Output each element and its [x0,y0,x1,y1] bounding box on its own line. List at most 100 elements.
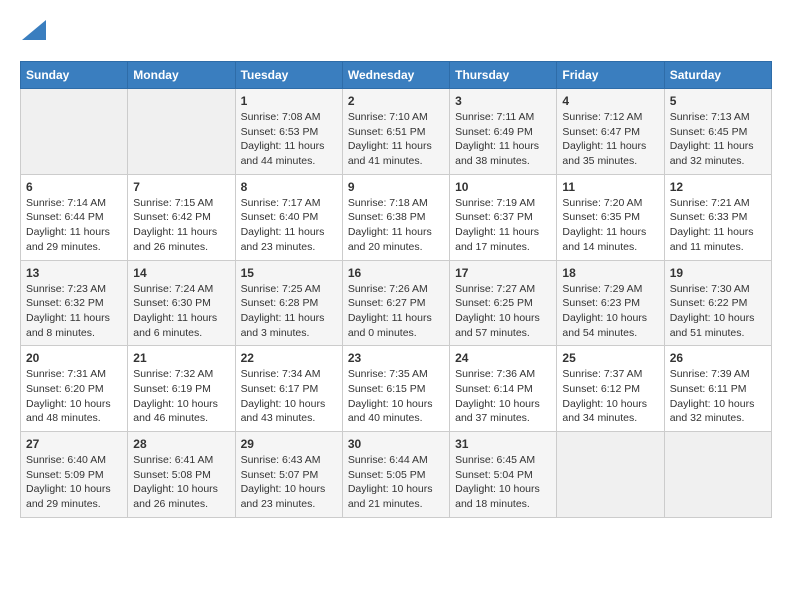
day-number: 27 [26,437,122,451]
calendar-cell: 5 Sunrise: 7:13 AM Sunset: 6:45 PM Daylig… [664,89,771,175]
calendar-cell: 8 Sunrise: 7:17 AM Sunset: 6:40 PM Daylig… [235,174,342,260]
day-info: Sunrise: 7:19 AM Sunset: 6:37 PM Dayligh… [455,196,551,255]
calendar-cell: 17 Sunrise: 7:27 AM Sunset: 6:25 PM Dayli… [450,260,557,346]
calendar-cell: 7Sunrise: 7:15 AM Sunset: 6:42 PM Daylig… [128,174,235,260]
weekday-header-wednesday: Wednesday [342,62,449,89]
day-number: 15 [241,266,337,280]
day-info: Sunrise: 7:14 AM Sunset: 6:44 PM Dayligh… [26,196,122,255]
calendar-cell [557,432,664,518]
day-info: Sunrise: 7:15 AM Sunset: 6:42 PM Dayligh… [133,196,229,255]
day-info: Sunrise: 7:37 AM Sunset: 6:12 PM Dayligh… [562,367,658,426]
calendar-cell: 26 Sunrise: 7:39 AM Sunset: 6:11 PM Dayli… [664,346,771,432]
day-info: Sunrise: 7:26 AM Sunset: 6:27 PM Dayligh… [348,282,444,341]
day-number: 25 [562,351,658,365]
day-info: Sunrise: 7:11 AM Sunset: 6:49 PM Dayligh… [455,110,551,169]
calendar-week-row: 1 Sunrise: 7:08 AM Sunset: 6:53 PM Daylig… [21,89,772,175]
day-info: Sunrise: 7:30 AM Sunset: 6:22 PM Dayligh… [670,282,766,341]
day-info: Sunrise: 7:31 AM Sunset: 6:20 PM Dayligh… [26,367,122,426]
calendar-cell: 28 Sunrise: 6:41 AM Sunset: 5:08 PM Dayli… [128,432,235,518]
day-info: Sunrise: 6:45 AM Sunset: 5:04 PM Dayligh… [455,453,551,512]
calendar-cell: 23Sunrise: 7:35 AM Sunset: 6:15 PM Dayli… [342,346,449,432]
calendar-cell: 11 Sunrise: 7:20 AM Sunset: 6:35 PM Dayli… [557,174,664,260]
day-info: Sunrise: 6:44 AM Sunset: 5:05 PM Dayligh… [348,453,444,512]
calendar-cell: 6 Sunrise: 7:14 AM Sunset: 6:44 PM Daylig… [21,174,128,260]
day-number: 4 [562,94,658,108]
day-info: Sunrise: 6:40 AM Sunset: 5:09 PM Dayligh… [26,453,122,512]
day-number: 18 [562,266,658,280]
calendar-week-row: 6 Sunrise: 7:14 AM Sunset: 6:44 PM Daylig… [21,174,772,260]
day-info: Sunrise: 7:39 AM Sunset: 6:11 PM Dayligh… [670,367,766,426]
page-header [20,20,772,45]
day-number: 11 [562,180,658,194]
calendar-cell [664,432,771,518]
day-number: 5 [670,94,766,108]
day-info: Sunrise: 7:18 AM Sunset: 6:38 PM Dayligh… [348,196,444,255]
calendar-cell: 4Sunrise: 7:12 AM Sunset: 6:47 PM Daylig… [557,89,664,175]
calendar-cell: 27 Sunrise: 6:40 AM Sunset: 5:09 PM Dayli… [21,432,128,518]
day-number: 31 [455,437,551,451]
calendar-cell: 2Sunrise: 7:10 AM Sunset: 6:51 PM Daylig… [342,89,449,175]
day-number: 8 [241,180,337,194]
calendar-cell: 14 Sunrise: 7:24 AM Sunset: 6:30 PM Dayli… [128,260,235,346]
logo-icon [22,20,46,40]
day-info: Sunrise: 7:08 AM Sunset: 6:53 PM Dayligh… [241,110,337,169]
day-info: Sunrise: 7:20 AM Sunset: 6:35 PM Dayligh… [562,196,658,255]
calendar-table: SundayMondayTuesdayWednesdayThursdayFrid… [20,61,772,518]
day-number: 22 [241,351,337,365]
day-info: Sunrise: 7:34 AM Sunset: 6:17 PM Dayligh… [241,367,337,426]
calendar-cell: 15 Sunrise: 7:25 AM Sunset: 6:28 PM Dayli… [235,260,342,346]
weekday-header-monday: Monday [128,62,235,89]
day-info: Sunrise: 7:32 AM Sunset: 6:19 PM Dayligh… [133,367,229,426]
day-number: 2 [348,94,444,108]
calendar-cell: 20Sunrise: 7:31 AM Sunset: 6:20 PM Dayli… [21,346,128,432]
day-number: 26 [670,351,766,365]
day-info: Sunrise: 7:27 AM Sunset: 6:25 PM Dayligh… [455,282,551,341]
day-info: Sunrise: 7:25 AM Sunset: 6:28 PM Dayligh… [241,282,337,341]
calendar-cell: 16 Sunrise: 7:26 AM Sunset: 6:27 PM Dayli… [342,260,449,346]
weekday-header-row: SundayMondayTuesdayWednesdayThursdayFrid… [21,62,772,89]
day-info: Sunrise: 7:23 AM Sunset: 6:32 PM Dayligh… [26,282,122,341]
weekday-header-thursday: Thursday [450,62,557,89]
calendar-cell: 31 Sunrise: 6:45 AM Sunset: 5:04 PM Dayli… [450,432,557,518]
day-number: 17 [455,266,551,280]
calendar-week-row: 20Sunrise: 7:31 AM Sunset: 6:20 PM Dayli… [21,346,772,432]
day-number: 24 [455,351,551,365]
day-number: 29 [241,437,337,451]
day-number: 1 [241,94,337,108]
day-info: Sunrise: 6:41 AM Sunset: 5:08 PM Dayligh… [133,453,229,512]
day-number: 28 [133,437,229,451]
day-number: 13 [26,266,122,280]
logo [20,20,46,45]
calendar-cell [128,89,235,175]
day-info: Sunrise: 7:17 AM Sunset: 6:40 PM Dayligh… [241,196,337,255]
calendar-cell: 29 Sunrise: 6:43 AM Sunset: 5:07 PM Dayli… [235,432,342,518]
day-number: 14 [133,266,229,280]
calendar-cell: 12 Sunrise: 7:21 AM Sunset: 6:33 PM Dayli… [664,174,771,260]
day-number: 12 [670,180,766,194]
day-info: Sunrise: 7:13 AM Sunset: 6:45 PM Dayligh… [670,110,766,169]
weekday-header-friday: Friday [557,62,664,89]
calendar-cell: 25 Sunrise: 7:37 AM Sunset: 6:12 PM Dayli… [557,346,664,432]
calendar-week-row: 13 Sunrise: 7:23 AM Sunset: 6:32 PM Dayli… [21,260,772,346]
day-info: Sunrise: 7:29 AM Sunset: 6:23 PM Dayligh… [562,282,658,341]
calendar-cell: 22 Sunrise: 7:34 AM Sunset: 6:17 PM Dayli… [235,346,342,432]
day-number: 16 [348,266,444,280]
day-number: 3 [455,94,551,108]
calendar-week-row: 27 Sunrise: 6:40 AM Sunset: 5:09 PM Dayli… [21,432,772,518]
calendar-cell: 19 Sunrise: 7:30 AM Sunset: 6:22 PM Dayli… [664,260,771,346]
calendar-cell [21,89,128,175]
day-info: Sunrise: 7:24 AM Sunset: 6:30 PM Dayligh… [133,282,229,341]
day-number: 30 [348,437,444,451]
day-number: 19 [670,266,766,280]
day-number: 6 [26,180,122,194]
calendar-cell: 1 Sunrise: 7:08 AM Sunset: 6:53 PM Daylig… [235,89,342,175]
weekday-header-saturday: Saturday [664,62,771,89]
weekday-header-tuesday: Tuesday [235,62,342,89]
day-info: Sunrise: 6:43 AM Sunset: 5:07 PM Dayligh… [241,453,337,512]
calendar-cell: 21Sunrise: 7:32 AM Sunset: 6:19 PM Dayli… [128,346,235,432]
calendar-cell: 9 Sunrise: 7:18 AM Sunset: 6:38 PM Daylig… [342,174,449,260]
calendar-cell: 24Sunrise: 7:36 AM Sunset: 6:14 PM Dayli… [450,346,557,432]
day-number: 9 [348,180,444,194]
day-info: Sunrise: 7:21 AM Sunset: 6:33 PM Dayligh… [670,196,766,255]
day-number: 23 [348,351,444,365]
